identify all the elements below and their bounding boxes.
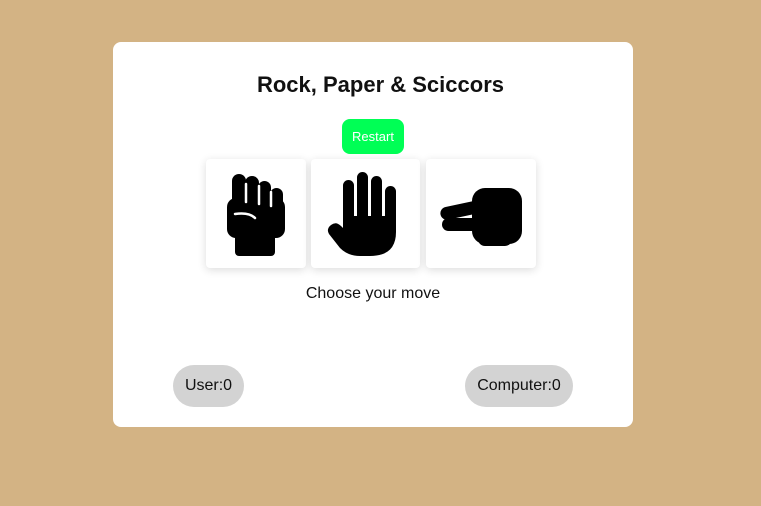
scissors-choice[interactable] (426, 159, 536, 268)
open-hand-icon (327, 171, 396, 256)
paper-choice[interactable] (311, 159, 420, 268)
restart-button[interactable]: Restart (342, 119, 404, 154)
move-prompt: Choose your move (305, 285, 441, 302)
computer-score: Computer:0 (465, 365, 573, 407)
fist-icon (227, 173, 285, 256)
rock-choice[interactable] (206, 159, 306, 268)
user-score: User:0 (173, 365, 244, 407)
scissors-hand-icon (440, 187, 522, 246)
game-title: Rock, Paper & Sciccors (256, 72, 504, 97)
